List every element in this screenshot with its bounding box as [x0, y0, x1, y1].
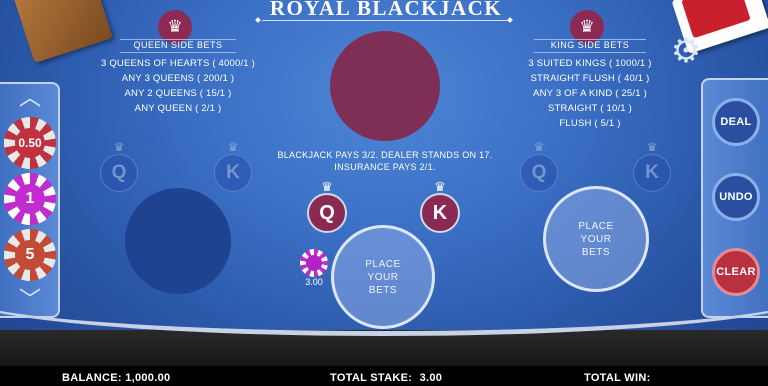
- king-panel-rule-bottom: [534, 52, 646, 53]
- crown-icon: ♛: [533, 140, 545, 154]
- balance-value: 1,000.00: [125, 372, 171, 384]
- king-side-bet-spot-left[interactable]: K: [214, 154, 252, 192]
- queen-side-bet-spot[interactable]: Q: [307, 193, 347, 233]
- total-win-display: TOTAL WIN:: [584, 372, 651, 384]
- place-bets-text: PLACE: [365, 258, 401, 270]
- rules-line-1: BLACKJACK PAYS 3/2. DEALER STANDS ON 17.: [277, 150, 493, 160]
- queen-side-bets-title: QUEEN SIDE BETS: [133, 40, 223, 50]
- placed-chip[interactable]: [300, 249, 328, 277]
- placed-chip-center: [306, 255, 322, 271]
- king-side-bets-list: 3 SUITED KINGS ( 1000/1 ) STRAIGHT FLUSH…: [490, 58, 690, 133]
- chip-0-50[interactable]: 0.50: [4, 117, 56, 169]
- player-spot-left[interactable]: [125, 188, 231, 294]
- dealer-card-area: [330, 31, 440, 141]
- chip-label: 5: [15, 240, 45, 270]
- king-bet-line: 3 SUITED KINGS ( 1000/1 ): [528, 58, 652, 69]
- game-title: ROYAL BLACKJACK: [269, 0, 503, 20]
- chip-1[interactable]: 1: [4, 173, 56, 225]
- title-dot-left: [255, 17, 261, 23]
- placed-chip-amount: 3.00: [305, 277, 323, 287]
- undo-button[interactable]: UNDO: [712, 173, 760, 221]
- place-bets-text: PLACE: [578, 220, 614, 232]
- place-bets-text: YOUR: [367, 271, 399, 283]
- queen-bet-line: ANY QUEEN ( 2/1 ): [134, 103, 222, 114]
- title-underline: [262, 20, 510, 21]
- total-stake-label: TOTAL STAKE:: [330, 372, 413, 384]
- crown-icon: ♛: [227, 140, 239, 154]
- card-box-decoration: [13, 0, 113, 63]
- chip-label: 0.50: [15, 128, 45, 158]
- balance-label: BALANCE:: [62, 372, 122, 384]
- king-side-bet-spot[interactable]: K: [420, 193, 460, 233]
- place-bets-text: YOUR: [580, 233, 612, 245]
- king-side-bet-spot-right[interactable]: K: [633, 154, 671, 192]
- rules-line-2: INSURANCE PAYS 2/1.: [334, 162, 436, 172]
- crown-icon: ♛: [113, 140, 125, 154]
- queen-panel-rule-bottom: [120, 52, 236, 53]
- crown-icon: ♛: [646, 140, 658, 154]
- queen-bet-line: ANY 3 QUEENS ( 200/1 ): [121, 73, 235, 84]
- queen-side-bet-spot-left[interactable]: Q: [100, 154, 138, 192]
- chevron-up-icon[interactable]: ︿: [0, 80, 60, 112]
- king-side-bets-title: KING SIDE BETS: [550, 40, 630, 50]
- king-bet-line: FLUSH ( 5/1 ): [559, 118, 621, 129]
- total-stake-value: 3.00: [419, 372, 443, 384]
- king-bet-line: ANY 3 OF A KIND ( 25/1 ): [533, 88, 647, 99]
- deal-button[interactable]: DEAL: [712, 98, 760, 146]
- total-stake-display: TOTAL STAKE: 3.00: [330, 372, 442, 384]
- game-table: ROYAL BLACKJACK ⚙ ♛ QUEEN SIDE BETS 3 QU…: [0, 0, 768, 386]
- king-bet-line: STRAIGHT FLUSH ( 40/1 ): [530, 73, 650, 84]
- chip-label: 1: [15, 184, 45, 214]
- place-bets-text: BETS: [581, 246, 611, 258]
- queen-bet-line: ANY 2 QUEENS ( 15/1 ): [124, 88, 232, 99]
- clear-button[interactable]: CLEAR: [712, 248, 760, 296]
- balance-display: BALANCE: 1,000.00: [62, 372, 170, 384]
- king-bet-line: STRAIGHT ( 10/1 ): [548, 103, 632, 114]
- place-bets-text: BETS: [368, 284, 398, 296]
- chip-5[interactable]: 5: [4, 229, 56, 281]
- total-win-label: TOTAL WIN:: [584, 372, 651, 384]
- queen-bet-line: 3 QUEENS OF HEARTS ( 4000/1 ): [101, 58, 255, 69]
- queen-side-bet-spot-right[interactable]: Q: [520, 154, 558, 192]
- queen-side-bets-list: 3 QUEENS OF HEARTS ( 4000/1 ) ANY 3 QUEE…: [78, 58, 278, 118]
- place-bets-spot-right[interactable]: PLACE YOUR BETS: [543, 186, 649, 292]
